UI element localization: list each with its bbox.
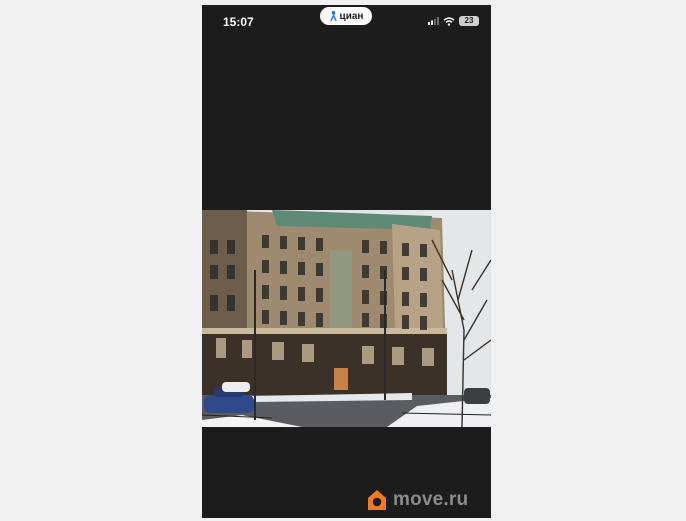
phone-screen: 15:07 циан 23 move.ru [202,5,491,518]
watermark: move.ru [367,489,468,511]
house-logo-icon [368,490,386,510]
wifi-icon [443,16,455,26]
app-badge[interactable]: циан [320,7,372,25]
location-pin-icon [329,11,337,22]
building-photo [202,210,491,427]
status-icons: 23 [428,16,479,26]
app-badge-label: циан [339,10,364,22]
status-time: 15:07 [223,15,254,29]
status-bar: 15:07 циан 23 [202,5,491,37]
battery-icon: 23 [459,16,479,26]
watermark-text: move.ru [393,489,469,510]
signal-icon [428,17,439,25]
